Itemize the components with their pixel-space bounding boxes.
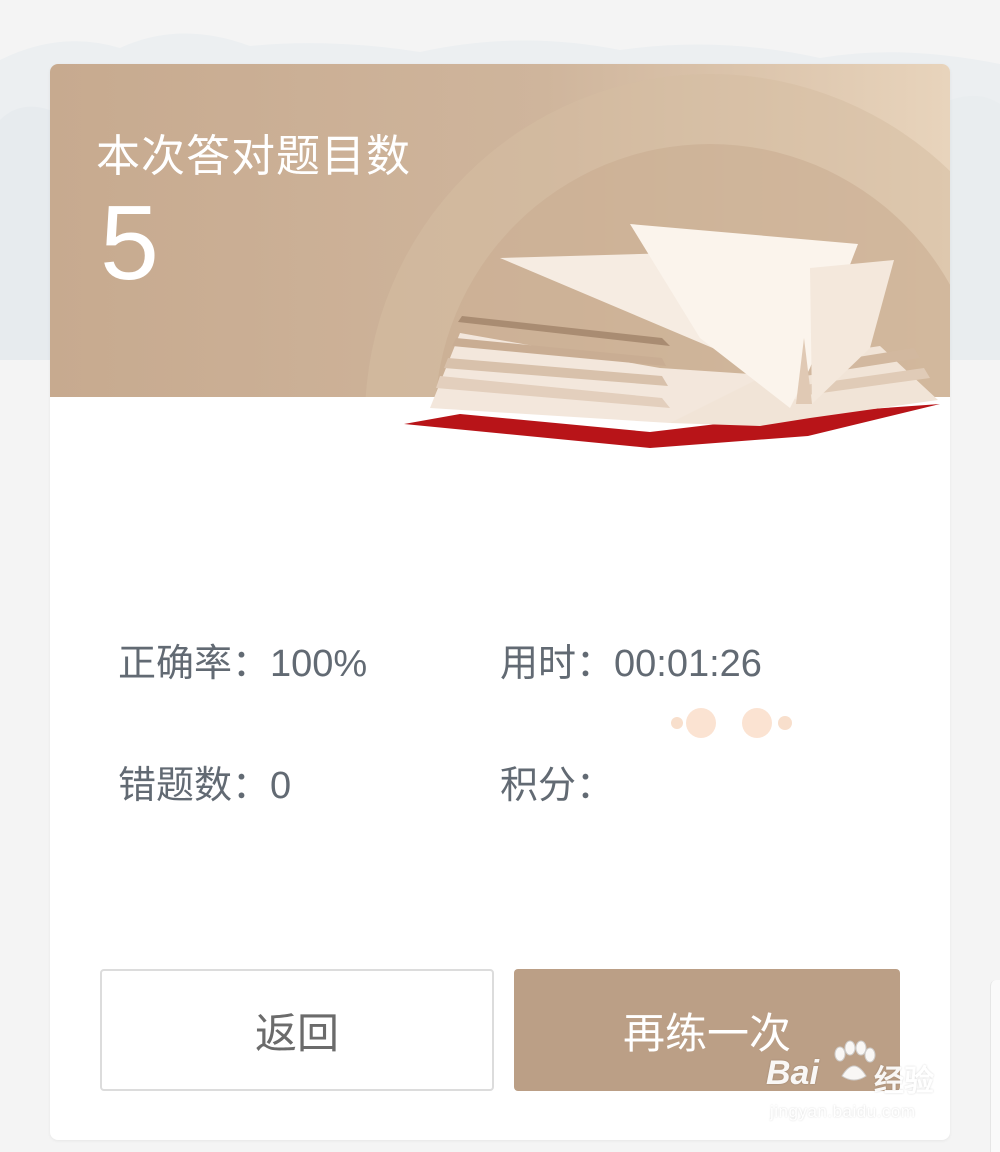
watermark-url: jingyan.baidu.com bbox=[770, 1102, 916, 1121]
side-panel-edge bbox=[990, 980, 1000, 1152]
points-loading-indicator bbox=[671, 708, 792, 738]
watermark-logo-text: Bai bbox=[766, 1054, 819, 1092]
header-title: 本次答对题目数 bbox=[96, 131, 411, 182]
time-label: 用时： bbox=[500, 641, 615, 685]
time-value: 00:01:26 bbox=[614, 643, 762, 685]
wrong-stat: 错题数：0 bbox=[118, 766, 291, 805]
open-book-illustration bbox=[404, 224, 940, 448]
points-label: 积分： bbox=[500, 763, 615, 807]
accuracy-value: 100% bbox=[270, 643, 368, 685]
points-stat: 积分： bbox=[500, 766, 614, 804]
back-button[interactable]: 返回 bbox=[100, 969, 494, 1091]
paw-icon bbox=[834, 1040, 876, 1081]
baidu-jingyan-watermark: Bai 经验 jingyan.baidu.com bbox=[766, 1040, 950, 1132]
wrong-label: 错题数： bbox=[118, 763, 271, 807]
correct-count: 5 bbox=[100, 184, 159, 302]
accuracy-label: 正确率： bbox=[118, 641, 271, 685]
watermark-logo-cn: 经验 bbox=[874, 1064, 934, 1099]
accuracy-stat: 正确率：100% bbox=[118, 644, 367, 683]
time-stat: 用时：00:01:26 bbox=[500, 644, 762, 683]
wrong-value: 0 bbox=[270, 765, 292, 807]
